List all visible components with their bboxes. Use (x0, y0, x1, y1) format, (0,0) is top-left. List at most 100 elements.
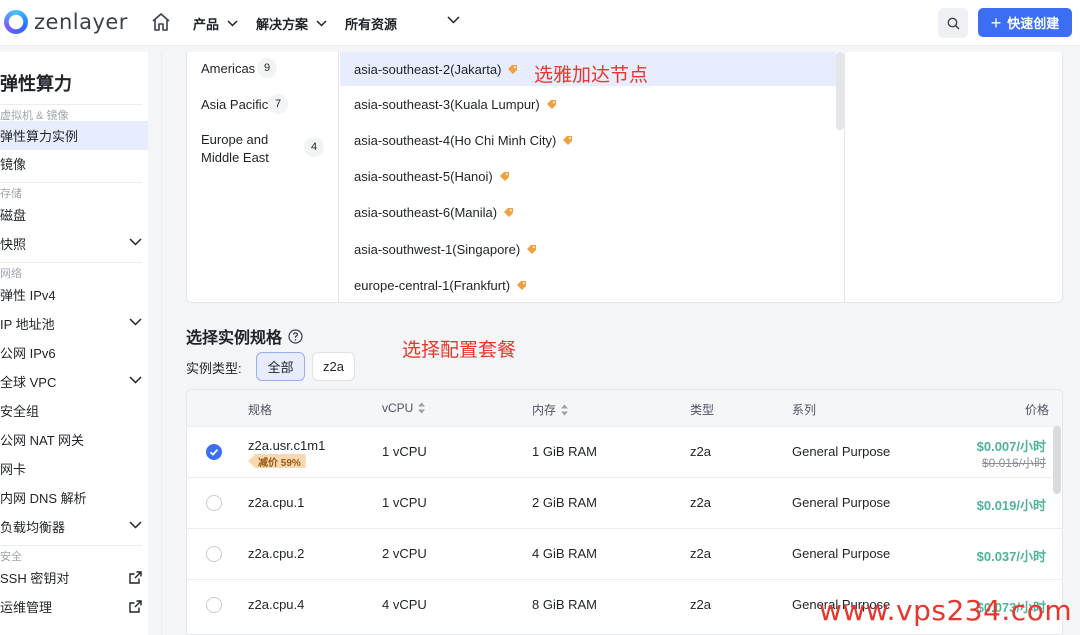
sidebar-item-label: 内网 DNS 解析 (0, 491, 87, 506)
chevron-down-icon (129, 521, 142, 529)
sidebar-item-label: 公网 IPv6 (0, 346, 56, 361)
cell-memory: 8 GiB RAM (532, 597, 598, 612)
cell-memory: 1 GiB RAM (532, 444, 598, 459)
sidebar-item-label: 弹性 IPv4 (0, 288, 56, 303)
zone-item[interactable]: europe-central-1(Frankfurt) (340, 268, 836, 302)
sidebar: 弹性算力 虚拟机 & 镜像 弹性算力实例 镜像 存储 磁盘 快照 网络 弹性 I… (0, 52, 148, 635)
price-tag-icon (499, 171, 509, 181)
sidebar-group-storage: 存储 (0, 182, 142, 201)
plus-icon: + (990, 12, 1002, 33)
price-tag-icon (546, 99, 556, 109)
sidebar-item-disks[interactable]: 磁盘 (0, 200, 148, 229)
table-scrollbar[interactable] (1053, 426, 1061, 494)
row-radio[interactable] (206, 546, 222, 562)
column-label: 规格 (248, 403, 273, 417)
cell-spec: z2a.cpu.1 (248, 495, 305, 510)
sidebar-item-load-balancer[interactable]: 负载均衡器 (0, 512, 148, 541)
sidebar-item-nat-gateway[interactable]: 公网 NAT 网关 (0, 425, 148, 454)
cell-series: General Purpose (792, 444, 891, 459)
row-radio[interactable] (206, 597, 222, 613)
table-row[interactable]: z2a.cpu.2 2 vCPU 4 GiB RAM z2a General P… (187, 528, 1062, 579)
sidebar-item-ipv6[interactable]: 公网 IPv6 (0, 338, 148, 367)
region-category-label: Americas (201, 61, 256, 76)
sidebar-group-network: 网络 (0, 262, 142, 281)
cell-memory: 4 GiB RAM (532, 546, 598, 561)
home-icon[interactable] (151, 12, 171, 32)
sidebar-title: 弹性算力 (0, 74, 72, 94)
external-link-icon (129, 600, 142, 613)
row-radio-checked[interactable] (206, 444, 222, 460)
check-icon (209, 449, 219, 456)
search-icon (947, 17, 959, 29)
nav-all-resources[interactable]: 所有资源 (345, 14, 397, 33)
instance-spec-title: 选择实例规格 (186, 324, 303, 348)
zone-label: asia-southeast-5(Hanoi) (354, 168, 493, 184)
annotation-plan: 选择配置套餐 (402, 339, 517, 361)
column-spec: 规格 (248, 401, 272, 418)
zone-label: europe-central-1(Frankfurt) (354, 277, 511, 293)
zone-label: asia-southwest-1(Singapore) (354, 241, 521, 257)
cell-type: z2a (690, 546, 711, 561)
sidebar-item-nic[interactable]: 网卡 (0, 454, 148, 483)
type-filter-z2a[interactable]: z2a (312, 352, 355, 381)
cell-type: z2a (690, 597, 711, 612)
nav-solutions[interactable]: 解决方案 (256, 14, 327, 33)
zone-item[interactable]: asia-southeast-5(Hanoi) (340, 159, 836, 193)
zone-item[interactable]: asia-southeast-6(Manila) (340, 195, 836, 229)
sidebar-item-eip[interactable]: 弹性 IPv4 (0, 280, 148, 309)
sidebar-item-label: 镜像 (0, 157, 27, 172)
column-vcpu[interactable]: vCPU (382, 401, 426, 415)
zenlayer-logo[interactable]: zenlayer (4, 10, 128, 34)
sidebar-item-security-group[interactable]: 安全组 (0, 396, 148, 425)
sidebar-item-label: 运维管理 (0, 600, 53, 615)
nav-products[interactable]: 产品 (193, 14, 238, 33)
sort-icon (418, 402, 426, 414)
sidebar-item-global-vpc[interactable]: 全球 VPC (0, 367, 148, 396)
sidebar-item-label: SSH 密钥对 (0, 571, 70, 586)
chevron-down-icon (129, 376, 142, 384)
region-count-badge: 7 (268, 94, 288, 114)
sidebar-divider (161, 52, 162, 635)
zone-item[interactable]: asia-southeast-3(Kuala Lumpur) (340, 87, 836, 121)
zone-list: asia-southeast-2(Jakarta) asia-southeast… (340, 52, 836, 302)
type-filter-all[interactable]: 全部 (256, 352, 305, 381)
cell-vcpu: 1 vCPU (382, 444, 427, 459)
sidebar-item-ops[interactable]: 运维管理 (0, 592, 148, 621)
price-tag-icon (504, 207, 514, 217)
sidebar-item-images[interactable]: 镜像 (0, 149, 148, 178)
cell-vcpu: 2 vCPU (382, 546, 427, 561)
logo-mark-icon (4, 10, 28, 34)
table-row[interactable]: z2a.usr.c1m1 减价 59% 1 vCPU 1 GiB RAM z2a… (187, 426, 1062, 477)
sidebar-item-label: 磁盘 (0, 208, 27, 223)
instance-spec-title-text: 选择实例规格 (186, 330, 283, 347)
cell-price: $0.019/小时 (976, 498, 1046, 513)
cell-vcpu: 1 vCPU (382, 495, 427, 510)
chevron-down-icon[interactable] (447, 16, 460, 24)
chevron-down-icon (227, 20, 238, 27)
sidebar-item-label: 负载均衡器 (0, 520, 66, 535)
quick-create-label: 快速创建 (1007, 16, 1060, 31)
cell-spec: z2a.cpu.4 (248, 597, 305, 612)
region-category-label: Europe and Middle East (201, 132, 269, 165)
help-icon[interactable] (288, 328, 303, 344)
zone-list-scrollbar[interactable] (836, 52, 844, 130)
zone-item[interactable]: asia-southwest-1(Singapore) (340, 232, 836, 266)
quick-create-button[interactable]: + 快速创建 (978, 8, 1072, 37)
sidebar-item-ssh-keys[interactable]: SSH 密钥对 (0, 563, 148, 592)
cell-type: z2a (690, 444, 711, 459)
sidebar-item-label: 公网 NAT 网关 (0, 433, 85, 448)
chevron-down-icon (129, 318, 142, 326)
price-tag-icon (508, 64, 518, 74)
cell-price: $0.037/小时 (976, 549, 1046, 564)
zone-item[interactable]: asia-southeast-4(Ho Chi Minh City) (340, 123, 836, 157)
sidebar-item-snapshots[interactable]: 快照 (0, 229, 148, 258)
table-row[interactable]: z2a.cpu.1 1 vCPU 2 GiB RAM z2a General P… (187, 477, 1062, 528)
sidebar-item-private-dns[interactable]: 内网 DNS 解析 (0, 483, 148, 512)
search-button[interactable] (938, 8, 968, 38)
cell-spec: z2a.usr.c1m1 (248, 438, 326, 453)
row-radio[interactable] (206, 495, 222, 511)
sidebar-item-ip-pool[interactable]: IP 地址池 (0, 309, 148, 338)
column-memory[interactable]: 内存 (532, 401, 569, 418)
price-tag-icon (517, 280, 527, 290)
sidebar-item-instances[interactable]: 弹性算力实例 (0, 121, 148, 150)
